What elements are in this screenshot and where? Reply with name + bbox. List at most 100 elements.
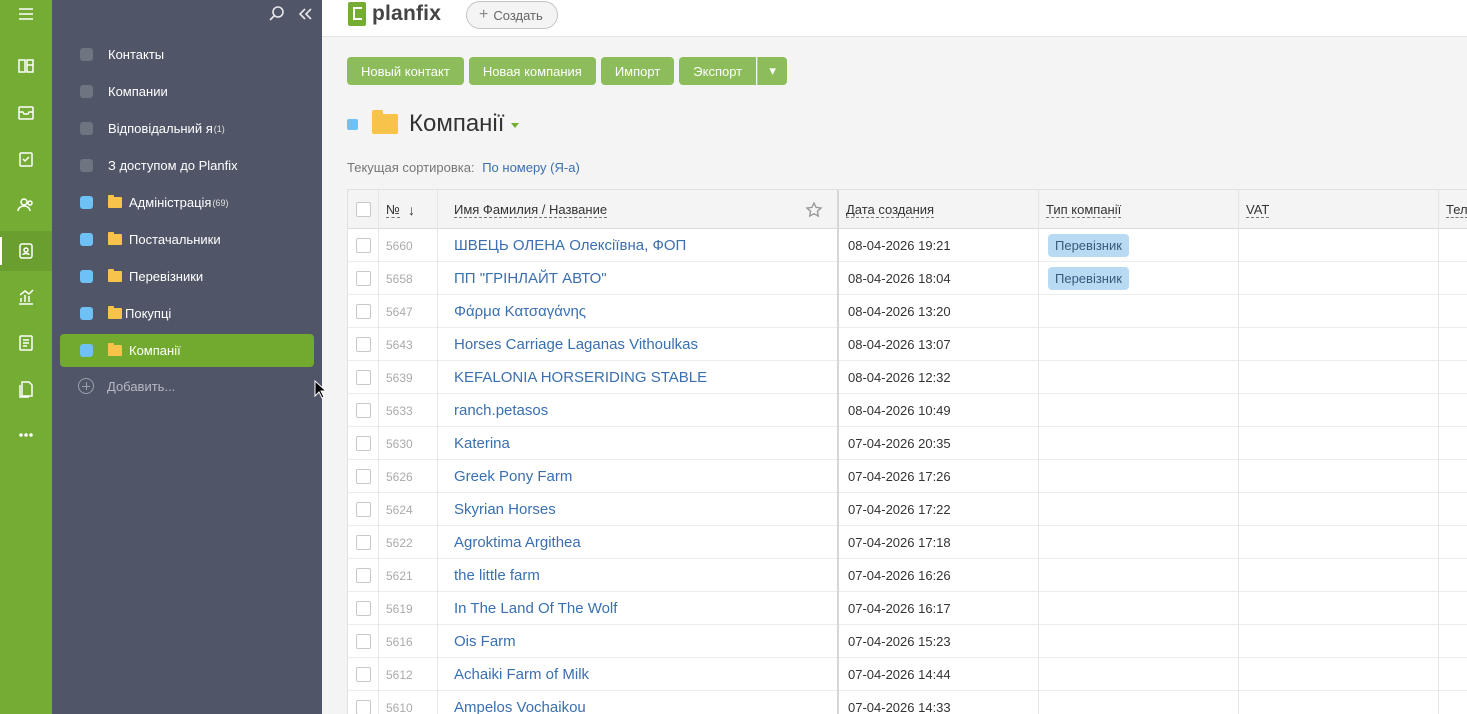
table-row[interactable]: 5612 Achaiki Farm of Milk 07-04-2026 14:44 — [348, 658, 1467, 691]
column-header-type[interactable]: Тип компанії — [1046, 190, 1122, 229]
row-checkbox[interactable] — [356, 460, 371, 493]
table-row[interactable]: 5616 Ois Farm 07-04-2026 15:23 — [348, 625, 1467, 658]
files-icon[interactable] — [0, 369, 52, 409]
search-icon[interactable] — [268, 5, 286, 26]
company-name-link[interactable]: Agroktima Argithea — [454, 526, 581, 559]
folder-icon — [108, 269, 122, 282]
column-divider[interactable] — [837, 190, 839, 714]
company-name-link[interactable]: Katerina — [454, 427, 510, 460]
reports-icon[interactable] — [0, 323, 52, 363]
folder-icon — [372, 110, 398, 134]
sidebar-item-label: Компанії — [129, 343, 181, 358]
star-icon[interactable] — [805, 190, 823, 229]
sidebar-item-suppliers[interactable]: Постачальники — [60, 223, 314, 256]
table-row[interactable]: 5647 Φάρμα Κατσαγάνης 08-04-2026 13:20 — [348, 295, 1467, 328]
toolbar: Новый контакт Новая компания Импорт Эксп… — [347, 57, 788, 85]
inbox-icon[interactable] — [0, 93, 52, 133]
company-name-link[interactable]: Ampelos Vochaikou — [454, 691, 586, 714]
sidebar-item-buyers[interactable]: Покупці — [60, 297, 314, 330]
column-header-phone[interactable]: Тел — [1446, 190, 1467, 229]
marker-square — [80, 233, 93, 246]
page-title-row: Компанії — [347, 110, 520, 138]
sidebar-item-label: Перевізники — [129, 269, 204, 284]
row-checkbox[interactable] — [356, 691, 371, 714]
row-checkbox[interactable] — [356, 493, 371, 526]
table-row[interactable]: 5633 ranch.petasos 08-04-2026 10:49 — [348, 394, 1467, 427]
people-icon[interactable] — [0, 185, 52, 225]
row-checkbox[interactable] — [356, 526, 371, 559]
company-name-link[interactable]: the little farm — [454, 559, 540, 592]
table-row[interactable]: 5610 Ampelos Vochaikou 07-04-2026 14:33 — [348, 691, 1467, 714]
board-icon[interactable] — [0, 46, 52, 86]
select-all-checkbox[interactable] — [356, 190, 371, 229]
column-header-created[interactable]: Дата создания — [846, 190, 935, 229]
new-company-button[interactable]: Новая компания — [468, 57, 596, 85]
row-checkbox[interactable] — [356, 361, 371, 394]
company-name-link[interactable]: Skyrian Horses — [454, 493, 556, 526]
company-name-link[interactable]: Achaiki Farm of Milk — [454, 658, 589, 691]
sidebar-item-administration[interactable]: Адміністрація (69) — [60, 186, 314, 219]
sort-value-link[interactable]: По номеру (Я-а) — [482, 160, 580, 175]
row-checkbox[interactable] — [356, 328, 371, 361]
table-row[interactable]: 5621 the little farm 07-04-2026 16:26 — [348, 559, 1467, 592]
table-row[interactable]: 5660 ШВЕЦЬ ОЛЕНА Олексіївна, ФОП 08-04-202… — [348, 229, 1467, 262]
sidebar-item-contacts[interactable]: Контакты — [60, 38, 314, 71]
table-row[interactable]: 5626 Greek Pony Farm 07-04-2026 17:26 — [348, 460, 1467, 493]
sidebar-add-button[interactable]: Добавить... — [78, 378, 175, 394]
company-name-link[interactable]: Horses Carriage Laganas Vithoulkas — [454, 328, 698, 361]
row-checkbox[interactable] — [356, 625, 371, 658]
company-name-link[interactable]: Ois Farm — [454, 625, 516, 658]
company-name-link[interactable]: Φάρμα Κατσαγάνης — [454, 295, 586, 328]
sidebar-item-planfix-access[interactable]: З доступом до Planfix — [60, 149, 314, 182]
company-name-link[interactable]: KEFALONIA HORSERIDING STABLE — [454, 361, 707, 394]
sidebar-item-companies-folder[interactable]: Компанії — [60, 334, 314, 367]
sidebar-item-companies[interactable]: Компании — [60, 75, 314, 108]
sidebar-item-responsible-me[interactable]: Відповідальний я (1) — [60, 112, 314, 145]
analytics-icon[interactable] — [0, 277, 52, 317]
table-row[interactable]: 5658 ПП "ГРІНЛАЙТ АВТО" 08-04-2026 18:04 Пе… — [348, 262, 1467, 295]
row-checkbox[interactable] — [356, 262, 371, 295]
row-number: 5658 — [386, 271, 413, 286]
column-header-num[interactable]: № ↓ — [386, 190, 415, 229]
import-button[interactable]: Импорт — [600, 57, 675, 85]
row-checkbox[interactable] — [356, 658, 371, 691]
table-row[interactable]: 5630 Katerina 07-04-2026 20:35 — [348, 427, 1467, 460]
row-checkbox[interactable] — [356, 427, 371, 460]
collapse-icon[interactable] — [296, 5, 314, 26]
company-name-link[interactable]: ranch.petasos — [454, 394, 548, 427]
folder-icon — [108, 343, 122, 356]
created-date: 07-04-2026 17:18 — [848, 535, 951, 550]
row-checkbox[interactable] — [356, 394, 371, 427]
company-name-link[interactable]: ПП "ГРІНЛАЙТ АВТО" — [454, 262, 607, 295]
export-dropdown-button[interactable]: ▾ — [757, 57, 788, 85]
logo[interactable]: planfix — [348, 2, 441, 26]
tasks-icon[interactable] — [0, 139, 52, 179]
new-contact-button[interactable]: Новый контакт — [347, 57, 464, 85]
table-row[interactable]: 5622 Agroktima Argithea 07-04-2026 17:18 — [348, 526, 1467, 559]
company-type-badge[interactable]: Перевізник — [1048, 234, 1129, 257]
marker-square — [80, 344, 93, 357]
row-checkbox[interactable] — [356, 229, 371, 262]
chevron-down-icon[interactable] — [511, 123, 520, 128]
top-bar: planfix + Создать — [322, 0, 1467, 37]
company-name-link[interactable]: ШВЕЦЬ ОЛЕНА Олексіївна, ФОП — [454, 229, 686, 262]
contacts-icon[interactable] — [0, 231, 52, 271]
company-name-link[interactable]: In The Land Of The Wolf — [454, 592, 617, 625]
create-button[interactable]: + Создать — [466, 1, 558, 29]
column-header-vat[interactable]: VAT — [1246, 190, 1270, 229]
column-header-name[interactable]: Имя Фамилия / Название — [454, 190, 608, 229]
company-type-badge[interactable]: Перевізник — [1048, 267, 1129, 290]
sidebar-item-carriers[interactable]: Перевізники — [60, 260, 314, 293]
row-checkbox[interactable] — [356, 295, 371, 328]
table-row[interactable]: 5624 Skyrian Horses 07-04-2026 17:22 — [348, 493, 1467, 526]
row-checkbox[interactable] — [356, 559, 371, 592]
table-row[interactable]: 5619 In The Land Of The Wolf 07-04-2026 16… — [348, 592, 1467, 625]
menu-icon[interactable] — [0, 0, 52, 34]
export-button[interactable]: Экспорт — [679, 57, 757, 85]
row-checkbox[interactable] — [356, 592, 371, 625]
table-row[interactable]: 5639 KEFALONIA HORSERIDING STABLE 08-04-20… — [348, 361, 1467, 394]
company-name-link[interactable]: Greek Pony Farm — [454, 460, 572, 493]
more-icon[interactable] — [0, 415, 52, 455]
table-row[interactable]: 5643 Horses Carriage Laganas Vithoulkas 08… — [348, 328, 1467, 361]
created-date: 08-04-2026 10:49 — [848, 403, 951, 418]
